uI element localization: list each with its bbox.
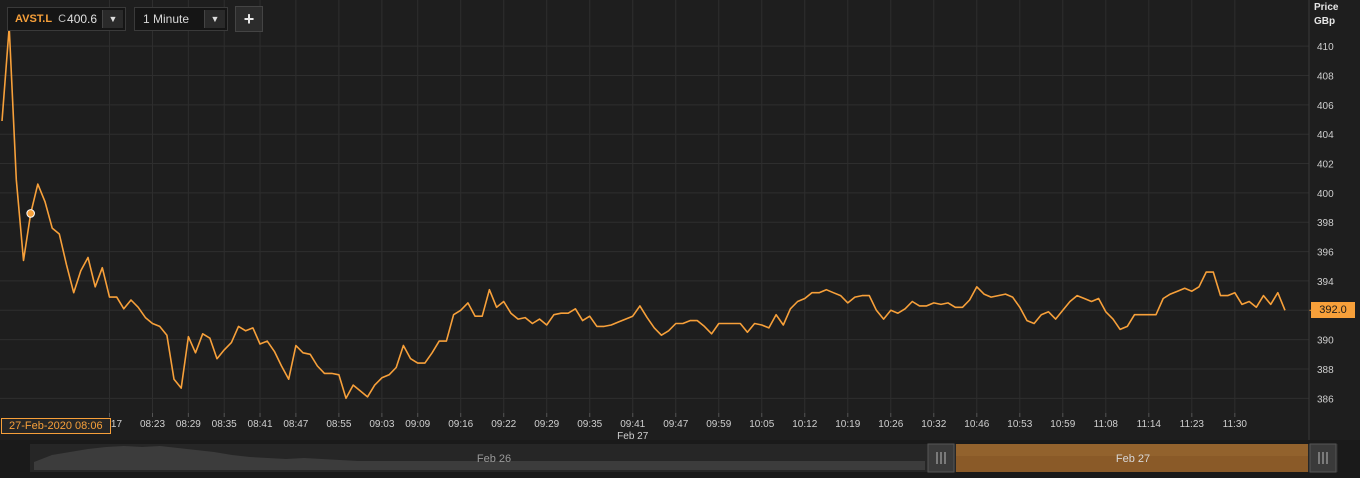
navigator-label-feb27: Feb 27 [1116, 453, 1150, 465]
interval-value: 1 Minute [143, 12, 190, 26]
x-tick-label: 08:41 [248, 419, 273, 430]
x-tick-label: 08:29 [176, 419, 201, 430]
x-tick-label: 09:16 [448, 419, 473, 430]
y-tick-label: 386 [1317, 394, 1334, 405]
y-tick-label: 398 [1317, 218, 1334, 229]
caret-down-icon[interactable]: ▼ [102, 10, 123, 28]
x-tick-label: 10:59 [1050, 419, 1075, 430]
symbol-selector[interactable]: AVST.L C 400.6 ▼ [7, 7, 126, 31]
cursor-time-label: 27-Feb-2020 08:06 [1, 418, 111, 434]
x-tick-label: 11:23 [1180, 419, 1205, 430]
x-tick-label: 10:53 [1007, 419, 1032, 430]
y-tick-label: 400 [1317, 189, 1334, 200]
x-tick-label: 09:22 [491, 419, 516, 430]
close-value: 400.6 [67, 12, 98, 26]
y-tick-label: 402 [1317, 160, 1334, 171]
x-tick-label: 10:05 [749, 419, 774, 430]
x-tick-label: 08:47 [283, 419, 308, 430]
y-axis-title-line1: Price [1314, 2, 1339, 13]
y-tick-label: 388 [1317, 365, 1334, 376]
x-tick-label: 10:26 [878, 419, 903, 430]
y-axis: 386388390392394396398400402404406408410 [1317, 42, 1334, 405]
x-tick-label: 09:41 [620, 419, 645, 430]
x-tick-label: 08:55 [326, 419, 351, 430]
y-tick-label: 390 [1317, 336, 1334, 347]
navigator: Feb 26 Feb 27 [0, 440, 1360, 478]
x-tick-label: 08:23 [140, 419, 165, 430]
price-marker [26, 209, 35, 218]
y-axis-title-line2: GBp [1314, 16, 1336, 27]
plus-icon[interactable]: + [235, 6, 263, 32]
y-tick-label: 410 [1317, 42, 1334, 53]
symbol-ticker: AVST.L [15, 13, 53, 25]
x-tick-label: 10:32 [921, 419, 946, 430]
x-tick-label: 09:47 [663, 419, 688, 430]
x-tick-label: 09:09 [405, 419, 430, 430]
price-chart[interactable]: 386388390392394396398400402404406408410 … [0, 0, 1360, 478]
close-label: C [58, 13, 67, 25]
x-tick-label: 09:59 [706, 419, 731, 430]
chart-toolbar: AVST.L C 400.6 ▼ 1 Minute ▼ + [7, 6, 263, 32]
y-tick-label: 406 [1317, 101, 1334, 112]
x-tick-label: 09:35 [577, 419, 602, 430]
x-tick-label: 10:12 [792, 419, 817, 430]
x-tick-label: 10:46 [964, 419, 989, 430]
x-axis: 08:1708:2308:2908:3508:4108:4708:5509:03… [97, 413, 1247, 442]
y-tick-label: 396 [1317, 248, 1334, 259]
last-price-label: 392.0 [1311, 302, 1355, 318]
x-tick-label: 11:14 [1137, 419, 1162, 430]
x-tick-label: 11:08 [1094, 419, 1119, 430]
x-tick-label: 11:30 [1223, 419, 1248, 430]
caret-down-icon[interactable]: ▼ [204, 10, 225, 28]
y-axis-title: Price GBp [1314, 1, 1356, 29]
x-tick-label: 10:19 [835, 419, 860, 430]
x-tick-label: 09:03 [369, 419, 394, 430]
y-tick-label: 394 [1317, 277, 1334, 288]
interval-selector[interactable]: 1 Minute ▼ [134, 7, 228, 31]
y-tick-label: 408 [1317, 72, 1334, 83]
y-tick-label: 404 [1317, 130, 1334, 141]
navigator-label-feb26: Feb 26 [477, 453, 511, 465]
x-tick-label: 09:29 [534, 419, 559, 430]
x-tick-label: 08:35 [212, 419, 237, 430]
